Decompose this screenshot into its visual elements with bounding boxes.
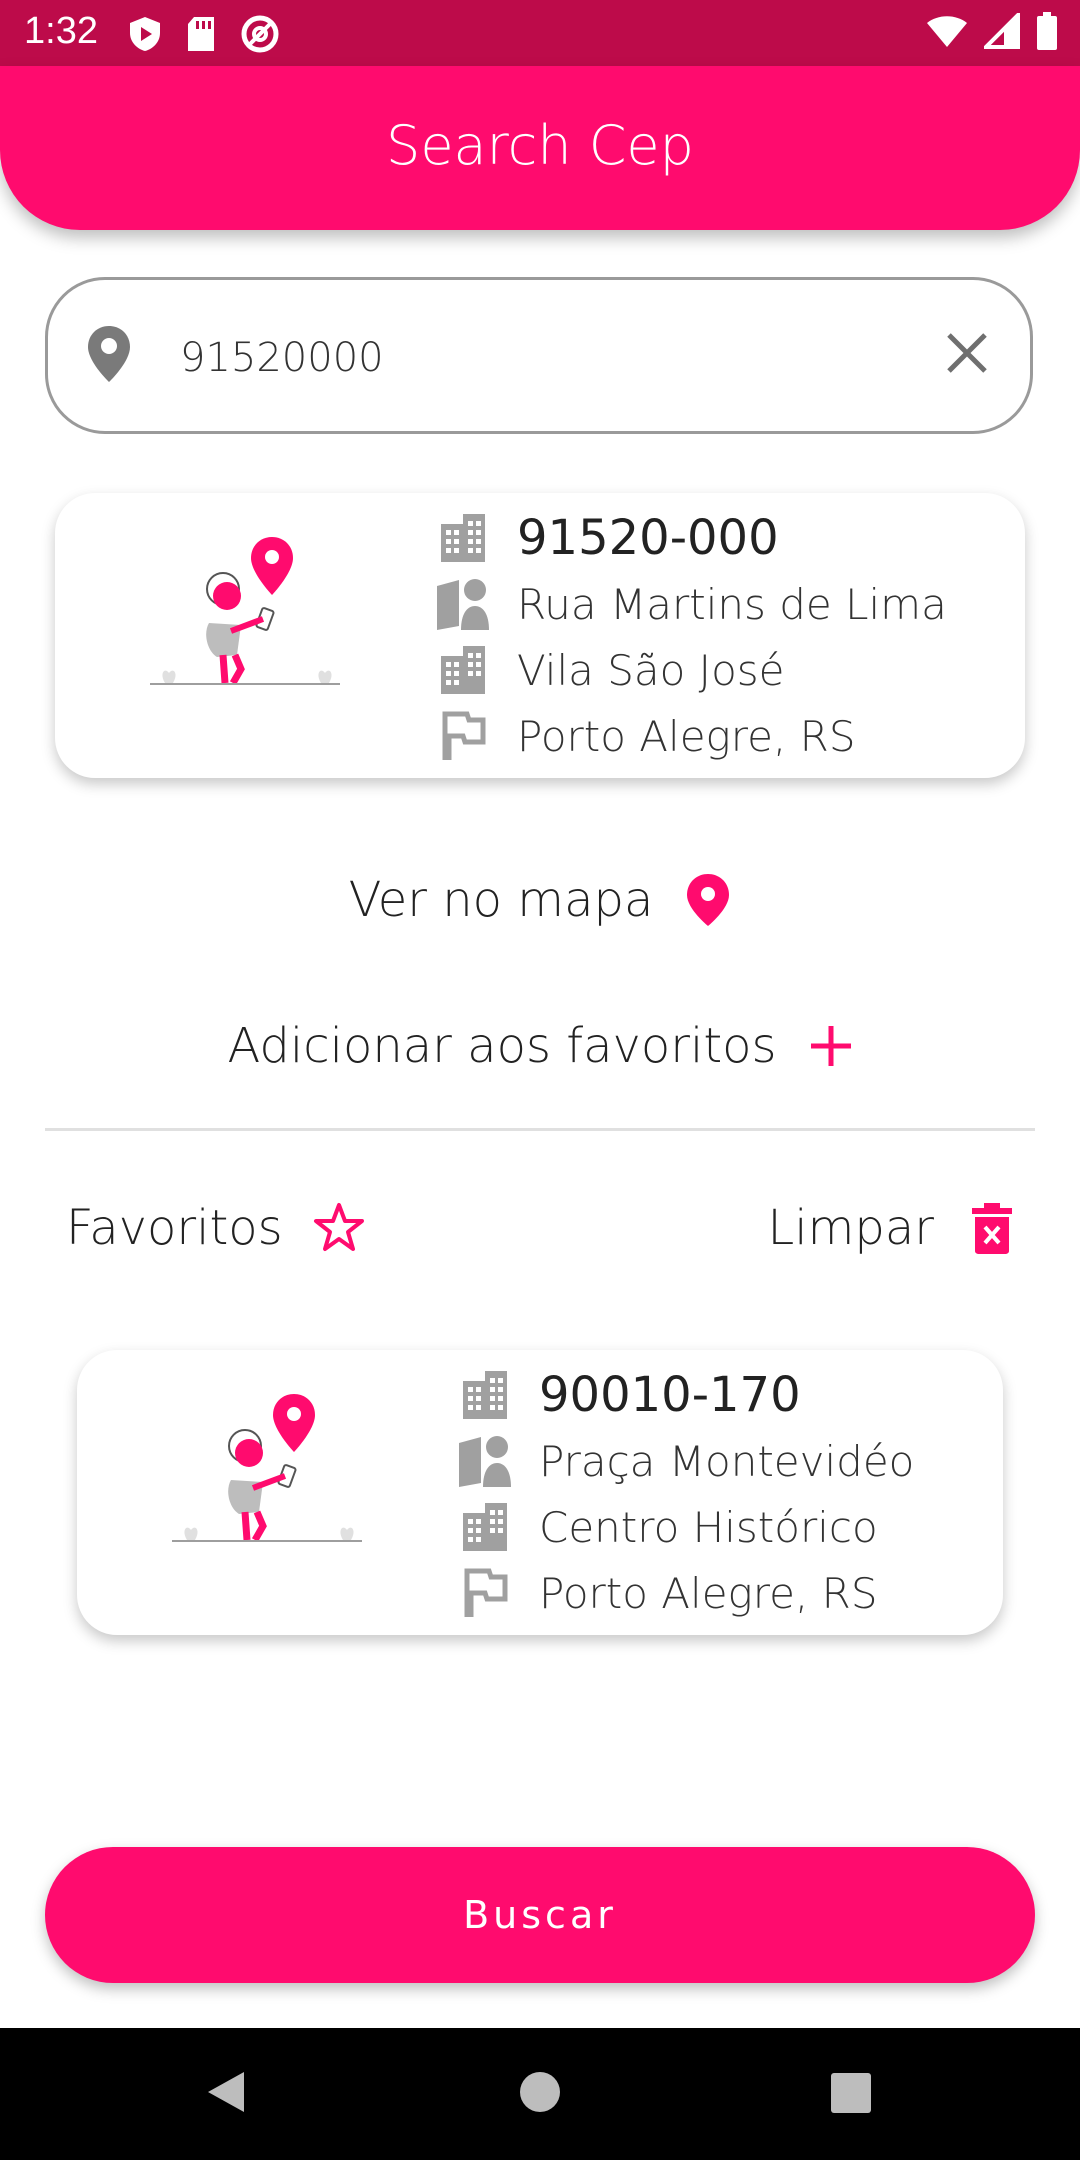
wifi-icon [927, 16, 967, 47]
divider [45, 1128, 1035, 1131]
system-navigation-bar [0, 2028, 1080, 2160]
street-row: Rua Martins de Lima [433, 571, 947, 637]
cep-value: 90010-170 [539, 1367, 801, 1423]
neighborhood-row: Centro Histórico [455, 1494, 914, 1560]
street-value: Praça Montevidéo [539, 1436, 915, 1486]
person-map-icon [455, 1433, 515, 1489]
city-row: Porto Alegre, RS [455, 1560, 914, 1626]
delete-icon [972, 1203, 1012, 1254]
cep-value: 91520-000 [517, 510, 779, 566]
view-map-button[interactable]: Ver no mapa [0, 872, 1080, 928]
flag-icon [433, 708, 493, 764]
add-favorite-label: Adicionar aos favoritos [227, 1018, 777, 1074]
cep-row: 91520-000 [433, 505, 947, 571]
person-map-icon [433, 576, 493, 632]
app-bar: Search Cep [0, 66, 1080, 230]
favorites-header: Favoritos [66, 1200, 367, 1256]
street-value: Rua Martins de Lima [517, 579, 947, 629]
map-person-illustration [172, 1394, 362, 1542]
clear-label: Limpar [767, 1200, 934, 1256]
city-value: Porto Alegre, RS [517, 711, 856, 761]
status-system-icons [926, 12, 1058, 50]
status-notification-icons [128, 14, 280, 54]
at-sign-icon [241, 15, 279, 53]
location-pin-icon [687, 874, 730, 926]
neighborhood-value: Centro Histórico [539, 1502, 878, 1552]
result-card: 91520-000 Rua Martins de Lima Vila São J… [55, 493, 1025, 778]
close-icon[interactable] [944, 330, 990, 376]
building-icon [433, 510, 493, 566]
favorite-card[interactable]: 90010-170 Praça Montevidéo Centro Histór… [77, 1350, 1003, 1635]
home-icon[interactable] [518, 2070, 562, 2114]
clear-favorites-button[interactable]: Limpar [768, 1200, 1014, 1256]
status-bar: 1:32 [0, 0, 1080, 66]
cep-row: 90010-170 [455, 1362, 914, 1428]
favorite-card-details: 90010-170 Praça Montevidéo Centro Histór… [455, 1362, 914, 1626]
plus-icon [810, 1026, 851, 1066]
add-favorite-button[interactable]: Adicionar aos favoritos [0, 1018, 1080, 1074]
building-icon [455, 1367, 515, 1423]
battery-icon [1037, 12, 1057, 50]
neighborhood-value: Vila São José [517, 645, 785, 695]
status-time: 1:32 [24, 10, 98, 52]
favorites-label: Favoritos [66, 1200, 283, 1256]
cep-search-input[interactable] [178, 322, 942, 394]
signal-icon [984, 13, 1020, 49]
back-icon[interactable] [204, 2068, 248, 2116]
city-row: Porto Alegre, RS [433, 703, 947, 769]
building-icon [433, 642, 493, 698]
flag-icon [455, 1565, 515, 1621]
view-map-label: Ver no mapa [348, 872, 654, 928]
result-card-details: 91520-000 Rua Martins de Lima Vila São J… [433, 505, 947, 769]
star-icon [313, 1203, 364, 1251]
city-value: Porto Alegre, RS [539, 1568, 878, 1618]
cep-search-field[interactable] [45, 277, 1033, 434]
map-person-illustration [150, 537, 340, 685]
search-button[interactable]: Buscar [45, 1847, 1035, 1983]
neighborhood-row: Vila São José [433, 637, 947, 703]
building-icon [455, 1499, 515, 1555]
shield-play-icon [130, 17, 160, 51]
street-row: Praça Montevidéo [455, 1428, 914, 1494]
page-title: Search Cep [386, 114, 694, 177]
recents-icon[interactable] [830, 2072, 872, 2114]
sd-card-icon [188, 17, 214, 51]
location-pin-icon [88, 326, 130, 382]
